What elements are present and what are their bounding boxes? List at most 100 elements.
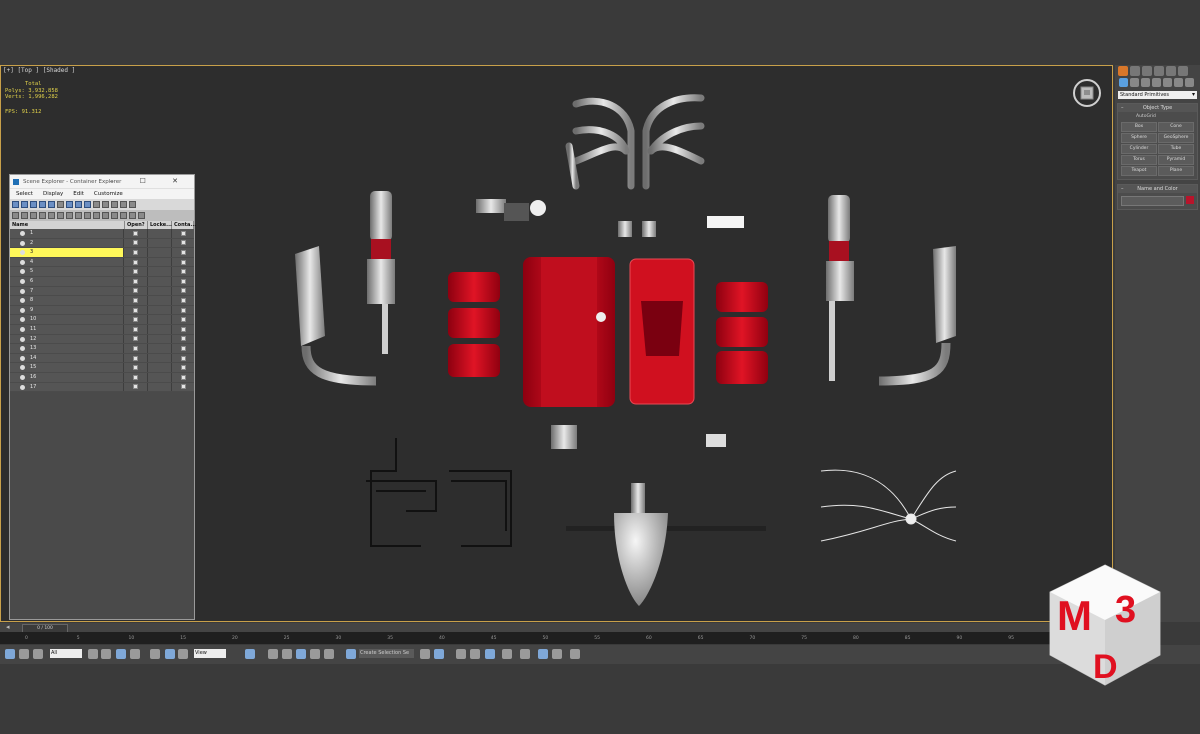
locked-cell[interactable] — [146, 229, 172, 238]
link-icon[interactable] — [5, 649, 15, 659]
autogrid-checkbox[interactable]: AutoGrid — [1118, 112, 1197, 121]
prev-frame-icon[interactable]: ◂ — [6, 623, 10, 631]
display-tab-icon[interactable] — [1166, 66, 1176, 76]
percent-snap-icon[interactable] — [310, 649, 320, 659]
locked-cell[interactable] — [146, 344, 172, 353]
locked-cell[interactable] — [146, 267, 172, 276]
window-controls[interactable]: – ☐ ✕ — [110, 177, 190, 185]
explorer-row[interactable]: 11 — [10, 324, 194, 335]
primitive-button-torus[interactable]: Torus — [1121, 155, 1157, 165]
sort-icon[interactable] — [39, 201, 46, 208]
explorer-row[interactable]: 15 — [10, 363, 194, 373]
spinner-snap-icon[interactable] — [324, 649, 334, 659]
container-checkbox[interactable] — [171, 305, 194, 315]
container-filter-icon[interactable] — [93, 212, 100, 219]
row-name[interactable]: 2 — [10, 239, 123, 248]
explorer-row[interactable]: 4 — [10, 257, 194, 268]
create-tab-icon[interactable] — [1118, 66, 1128, 76]
hidden-filter-icon[interactable] — [111, 212, 118, 219]
container-checkbox[interactable] — [171, 353, 194, 363]
menu-edit[interactable]: Edit — [73, 191, 84, 197]
container-checkbox[interactable] — [171, 286, 194, 296]
container-checkbox[interactable] — [171, 382, 194, 392]
locked-cell[interactable] — [146, 248, 172, 257]
mirror-icon[interactable] — [268, 649, 278, 659]
find-icon[interactable] — [30, 201, 37, 208]
grid-icon[interactable] — [129, 201, 136, 208]
locked-cell[interactable] — [146, 286, 172, 296]
options-icon[interactable] — [102, 201, 109, 208]
locked-cell[interactable] — [146, 315, 172, 324]
primitive-button-geosphere[interactable]: GeoSphere — [1158, 133, 1194, 143]
shape-filter-icon[interactable] — [21, 212, 28, 219]
snap-icon[interactable] — [282, 649, 292, 659]
columns-icon[interactable] — [111, 201, 118, 208]
explorer-row[interactable]: 12 — [10, 334, 194, 345]
open-checkbox[interactable] — [123, 372, 147, 382]
row-name[interactable]: 10 — [10, 315, 123, 324]
select-icon[interactable] — [88, 649, 98, 659]
open-checkbox[interactable] — [123, 334, 147, 344]
row-name[interactable]: 14 — [10, 354, 123, 363]
locked-cell[interactable] — [146, 257, 172, 267]
open-checkbox[interactable] — [123, 267, 147, 276]
select-by-name-icon[interactable] — [101, 649, 111, 659]
systems-icon[interactable] — [1185, 78, 1194, 87]
container-checkbox[interactable] — [171, 248, 194, 257]
shapes-icon[interactable] — [1130, 78, 1139, 87]
frozen-filter-icon[interactable] — [102, 212, 109, 219]
bone-filter-icon[interactable] — [84, 212, 91, 219]
container-checkbox[interactable] — [171, 315, 194, 324]
object-name-field[interactable] — [1121, 196, 1184, 206]
scale-icon[interactable] — [178, 649, 188, 659]
row-name[interactable]: 15 — [10, 363, 123, 372]
list-icon[interactable] — [120, 201, 127, 208]
locked-cell[interactable] — [146, 276, 172, 286]
camera-filter-icon[interactable] — [39, 212, 46, 219]
primitive-button-cylinder[interactable]: Cylinder — [1121, 144, 1157, 154]
rotate-icon[interactable] — [165, 649, 175, 659]
geometry-filter-icon[interactable] — [12, 212, 19, 219]
object-type-header[interactable]: – Object Type — [1118, 104, 1197, 112]
row-name[interactable]: 13 — [10, 344, 123, 353]
align-icon[interactable] — [434, 649, 444, 659]
menu-customize[interactable]: Customize — [94, 191, 123, 197]
object-color-swatch[interactable] — [1186, 196, 1194, 204]
locked-cell[interactable] — [146, 238, 172, 248]
primitive-button-cone[interactable]: Cone — [1158, 122, 1194, 132]
helper-filter-icon[interactable] — [48, 212, 55, 219]
layer-icon[interactable] — [57, 201, 64, 208]
column-locked[interactable]: Locke... — [148, 221, 172, 229]
row-name[interactable]: 16 — [10, 373, 123, 382]
helpers-icon[interactable] — [1163, 78, 1172, 87]
locked-cell[interactable] — [146, 382, 172, 392]
row-name[interactable]: 3 — [10, 248, 124, 257]
move-icon[interactable] — [150, 649, 160, 659]
container-checkbox[interactable] — [171, 372, 194, 382]
schematic-icon[interactable] — [502, 649, 512, 659]
locked-cell[interactable] — [146, 372, 172, 382]
explorer-row[interactable]: 8 — [10, 296, 194, 306]
column-name[interactable]: Name — [10, 221, 125, 229]
open-checkbox[interactable] — [123, 315, 147, 324]
spacewarp-filter-icon[interactable] — [57, 212, 64, 219]
edit-named-sel-icon[interactable] — [346, 649, 356, 659]
hierarchy-tab-icon[interactable] — [1142, 66, 1152, 76]
freeze-icon[interactable] — [84, 201, 91, 208]
open-checkbox[interactable] — [123, 248, 147, 257]
rect-region-icon[interactable] — [116, 649, 126, 659]
lights-icon[interactable] — [1141, 78, 1150, 87]
graphite-icon[interactable] — [470, 649, 480, 659]
render-icon[interactable] — [570, 649, 580, 659]
primitive-button-pyramid[interactable]: Pyramid — [1158, 155, 1194, 165]
column-open[interactable]: Open? — [125, 221, 148, 229]
open-checkbox[interactable] — [123, 382, 147, 392]
layer-manager-icon[interactable] — [456, 649, 466, 659]
row-name[interactable]: 11 — [10, 325, 123, 334]
spacewarps-icon[interactable] — [1174, 78, 1183, 87]
row-name[interactable]: 1 — [10, 229, 123, 238]
light-filter-icon[interactable] — [30, 212, 37, 219]
primitive-button-teapot[interactable]: Teapot — [1121, 166, 1157, 176]
named-selection-dropdown[interactable]: Create Selection Se — [359, 649, 414, 658]
menu-display[interactable]: Display — [43, 191, 63, 197]
